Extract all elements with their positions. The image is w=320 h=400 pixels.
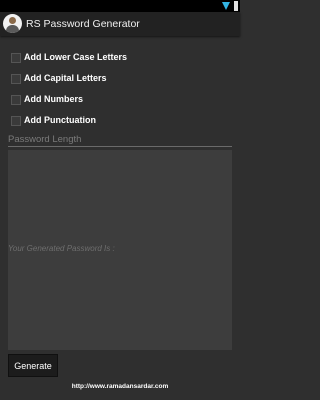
generated-password-label: Your Generated Password Is :	[8, 244, 115, 253]
punctuation-checkbox[interactable]	[11, 116, 21, 126]
lower-case-checkbox[interactable]	[11, 53, 21, 63]
numbers-label[interactable]: Add Numbers	[24, 93, 83, 106]
status-bar	[0, 0, 240, 12]
option-punctuation[interactable]: Add Punctuation	[8, 114, 232, 128]
app-avatar-icon[interactable]	[3, 14, 22, 33]
avatar-shoulders-shape	[6, 25, 19, 33]
option-numbers[interactable]: Add Numbers	[8, 93, 232, 107]
numbers-checkbox[interactable]	[11, 95, 21, 105]
action-bar: RS Password Generator	[0, 12, 240, 36]
option-capital-letters[interactable]: Add Capital Letters	[8, 72, 232, 86]
generate-button[interactable]: Generate	[8, 354, 58, 377]
generated-password-area[interactable]: Your Generated Password Is :	[8, 150, 232, 350]
wifi-icon	[222, 2, 230, 10]
capital-letters-label[interactable]: Add Capital Letters	[24, 72, 107, 85]
lower-case-label[interactable]: Add Lower Case Letters	[24, 51, 127, 64]
avatar-head-shape	[9, 17, 16, 24]
capital-letters-checkbox[interactable]	[11, 74, 21, 84]
footer-website-link[interactable]: http://www.ramadansardar.com	[0, 383, 240, 390]
option-lower-case[interactable]: Add Lower Case Letters	[8, 51, 232, 65]
punctuation-label[interactable]: Add Punctuation	[24, 114, 96, 127]
password-length-input[interactable]	[8, 133, 232, 147]
battery-icon	[234, 1, 238, 11]
app-title: RS Password Generator	[26, 18, 140, 30]
